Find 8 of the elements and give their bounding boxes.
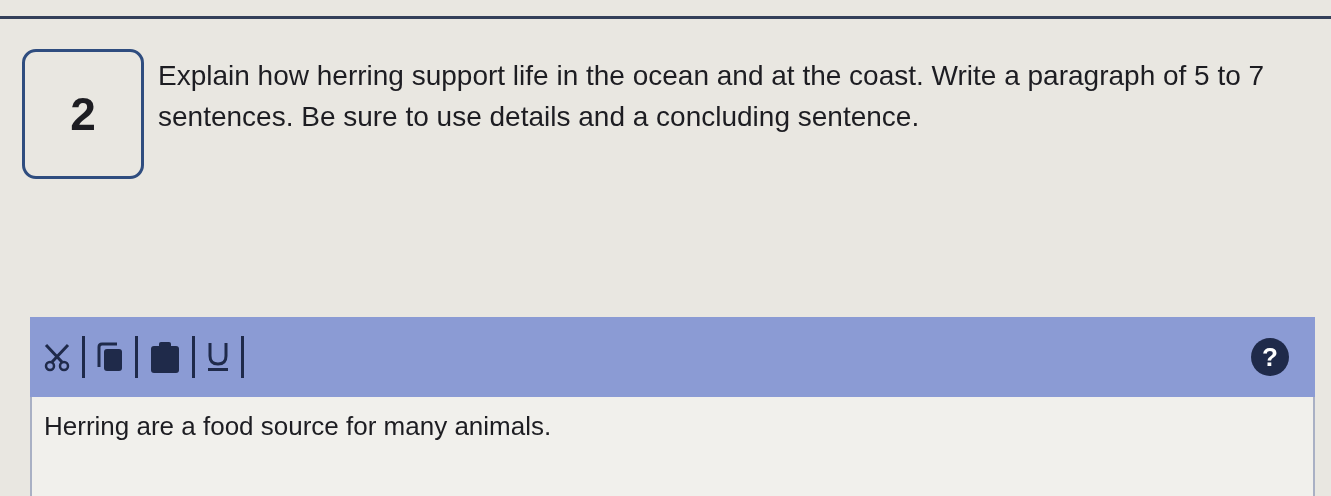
answer-box[interactable]: Herring are a food source for many animals. [30,397,1315,496]
question-number: 2 [22,49,144,179]
cut-icon [42,342,72,372]
underline-icon [205,341,231,373]
question-prompt: Explain how herring support life in the ocean and at the coast. Write a paragraph of 5 to 7 sentences. Be sure to use details and a concluding sentence. [158,59,1266,134]
copy-icon [95,341,125,373]
clipboard-icon [148,340,182,374]
help-button[interactable]: ? [1251,338,1289,376]
